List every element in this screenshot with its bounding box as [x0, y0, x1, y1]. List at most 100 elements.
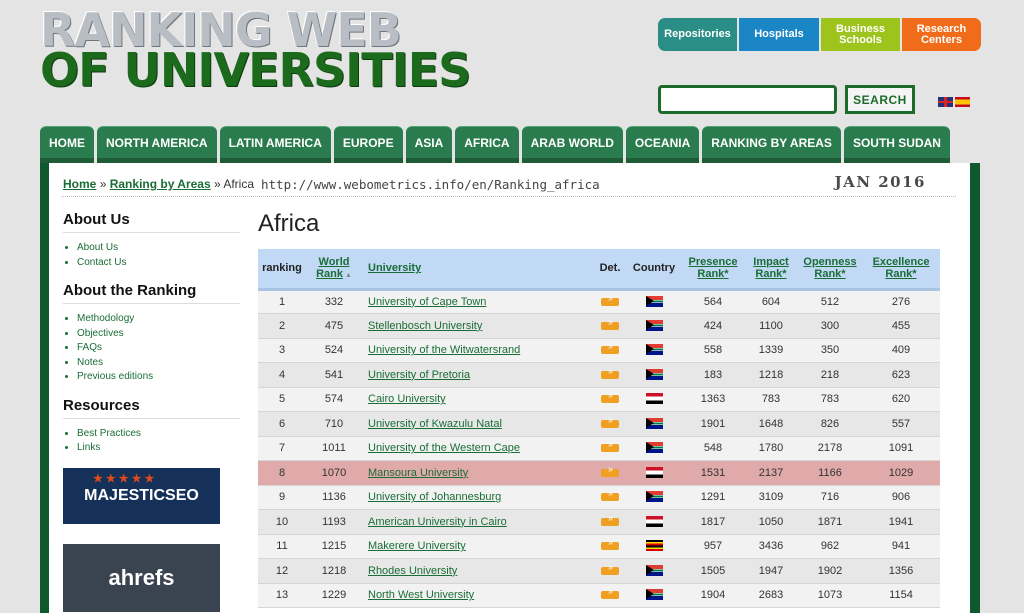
majestic-seo-banner[interactable]: ★★★★★ MAJESTICSEO: [63, 467, 220, 524]
tab-africa[interactable]: AFRICA: [455, 126, 519, 163]
details-icon[interactable]: [601, 562, 619, 575]
cell-university: University of Cape Town: [362, 289, 594, 314]
cell-ranking: 7: [258, 436, 306, 461]
cell-world-rank: 475: [306, 313, 362, 339]
sidebar-link-about-us[interactable]: About Us: [77, 242, 118, 253]
south-africa-flag-icon: [645, 319, 663, 331]
details-icon[interactable]: [601, 586, 619, 600]
tab-europe[interactable]: EUROPE: [333, 126, 403, 163]
university-link[interactable]: University of Pretoria: [368, 369, 470, 381]
university-link[interactable]: University of the Western Cape: [368, 442, 520, 454]
breadcrumb-ranking[interactable]: Ranking by Areas: [110, 177, 211, 191]
university-link[interactable]: Stellenbosch University: [368, 320, 482, 332]
cell-university: University of Johannesburg: [362, 485, 594, 510]
tab-asia[interactable]: ASIA: [405, 126, 453, 163]
tab-oceania[interactable]: OCEANIA: [625, 126, 700, 163]
header-det: Det.: [594, 249, 626, 291]
hospitals-button[interactable]: Hospitals: [739, 18, 819, 51]
cell-ranking: 4: [258, 362, 306, 388]
cell-country: [626, 362, 682, 388]
south-africa-flag-icon: [645, 417, 663, 429]
sidebar-link-contact-us[interactable]: Contact Us: [77, 257, 126, 268]
details-icon[interactable]: [601, 415, 619, 428]
breadcrumb-home[interactable]: Home: [63, 177, 96, 191]
egypt-flag-icon: [645, 466, 663, 478]
tab-north-america[interactable]: NORTH AMERICA: [97, 126, 217, 163]
details-icon[interactable]: [601, 390, 619, 404]
tab-south-sudan[interactable]: SOUTH SUDAN: [843, 126, 950, 163]
details-icon[interactable]: [601, 341, 619, 355]
cell-openness: 218: [798, 362, 862, 388]
cell-ranking: 5: [258, 387, 306, 412]
university-link[interactable]: Rhodes University: [368, 565, 457, 577]
research-centers-button[interactable]: Research Centers: [902, 18, 981, 51]
header-openness[interactable]: Openness Rank*: [798, 249, 862, 291]
divider: [61, 196, 956, 197]
ahrefs-banner[interactable]: ahrefs: [63, 543, 220, 612]
university-link[interactable]: University of Johannesburg: [368, 491, 501, 503]
page-title: Africa: [258, 210, 320, 237]
sidebar-heading-resources: Resources: [63, 397, 240, 419]
site-logo[interactable]: RANKING WEB OF UNIVERSITIES: [40, 7, 471, 93]
university-link[interactable]: University of Kwazulu Natal: [368, 418, 502, 430]
university-link[interactable]: University of Cape Town: [368, 296, 486, 308]
table-row: 1332 University of Cape Town 564604512276: [258, 289, 940, 314]
university-link[interactable]: University of the Witwatersrand: [368, 344, 520, 356]
edition-label: JAN 2016: [834, 173, 926, 191]
cell-det: [594, 313, 626, 339]
details-icon[interactable]: [601, 537, 619, 551]
cell-ranking: 2: [258, 313, 306, 339]
english-flag-icon[interactable]: [938, 97, 953, 107]
tab-home[interactable]: HOME: [40, 126, 94, 163]
business-schools-button[interactable]: Business Schools: [821, 18, 900, 51]
cell-excellence: 620: [862, 387, 940, 412]
cell-country: [626, 338, 682, 363]
university-link[interactable]: American University in Cairo: [368, 516, 507, 528]
cell-presence: 564: [682, 289, 744, 314]
tab-arab-world[interactable]: ARAB WORLD: [521, 126, 623, 163]
details-icon[interactable]: [601, 439, 619, 453]
university-link[interactable]: Makerere University: [368, 540, 466, 552]
spanish-flag-icon[interactable]: [955, 97, 970, 107]
table-row: 81070 Mansoura University 1531213711661029: [258, 460, 940, 486]
cell-world-rank: 574: [306, 387, 362, 412]
sidebar-link-previous-editions[interactable]: Previous editions: [77, 371, 153, 382]
search-button[interactable]: SEARCH: [845, 85, 915, 114]
university-link[interactable]: North West University: [368, 589, 474, 601]
table-row: 5574Cairo University1363783783620: [258, 387, 940, 412]
sidebar-link-notes[interactable]: Notes: [77, 357, 103, 368]
sidebar-link-best-practices[interactable]: Best Practices: [77, 428, 141, 439]
header-presence[interactable]: Presence Rank*: [682, 249, 744, 291]
cell-openness: 1871: [798, 509, 862, 535]
header-excellence[interactable]: Excellence Rank*: [862, 249, 940, 291]
details-icon[interactable]: [601, 513, 619, 526]
search-input[interactable]: [658, 85, 837, 114]
cell-ranking: 8: [258, 460, 306, 486]
university-link[interactable]: Cairo University: [368, 393, 446, 405]
university-link[interactable]: Mansoura University: [368, 467, 468, 479]
cell-world-rank: 1011: [306, 436, 362, 461]
tab-ranking-by-areas[interactable]: RANKING BY AREAS: [702, 126, 841, 163]
sidebar-link-faqs[interactable]: FAQs: [77, 342, 102, 353]
header-impact[interactable]: Impact Rank*: [744, 249, 798, 291]
sidebar-link-links[interactable]: Links: [77, 442, 100, 453]
repositories-button[interactable]: Repositories: [658, 18, 737, 51]
header-world-rank[interactable]: World Rank ▲: [306, 249, 362, 291]
sidebar-link-methodology[interactable]: Methodology: [77, 313, 134, 324]
header-university[interactable]: University: [362, 249, 594, 291]
cell-presence: 957: [682, 534, 744, 559]
table-row: 2475 Stellenbosch University 4241100300455: [258, 313, 940, 339]
details-icon[interactable]: [601, 366, 619, 379]
tab-latin-america[interactable]: LATIN AMERICA: [219, 126, 331, 163]
cell-impact: 1780: [744, 436, 798, 461]
cell-presence: 558: [682, 338, 744, 363]
details-icon[interactable]: [601, 317, 619, 330]
cell-country: [626, 387, 682, 412]
sidebar-link-objectives[interactable]: Objectives: [77, 328, 124, 339]
cell-det: [594, 509, 626, 535]
sort-asc-icon: ▲: [343, 272, 352, 280]
cell-det: [594, 460, 626, 486]
details-icon[interactable]: [601, 293, 619, 306]
details-icon[interactable]: [601, 488, 619, 502]
details-icon[interactable]: [601, 464, 619, 477]
